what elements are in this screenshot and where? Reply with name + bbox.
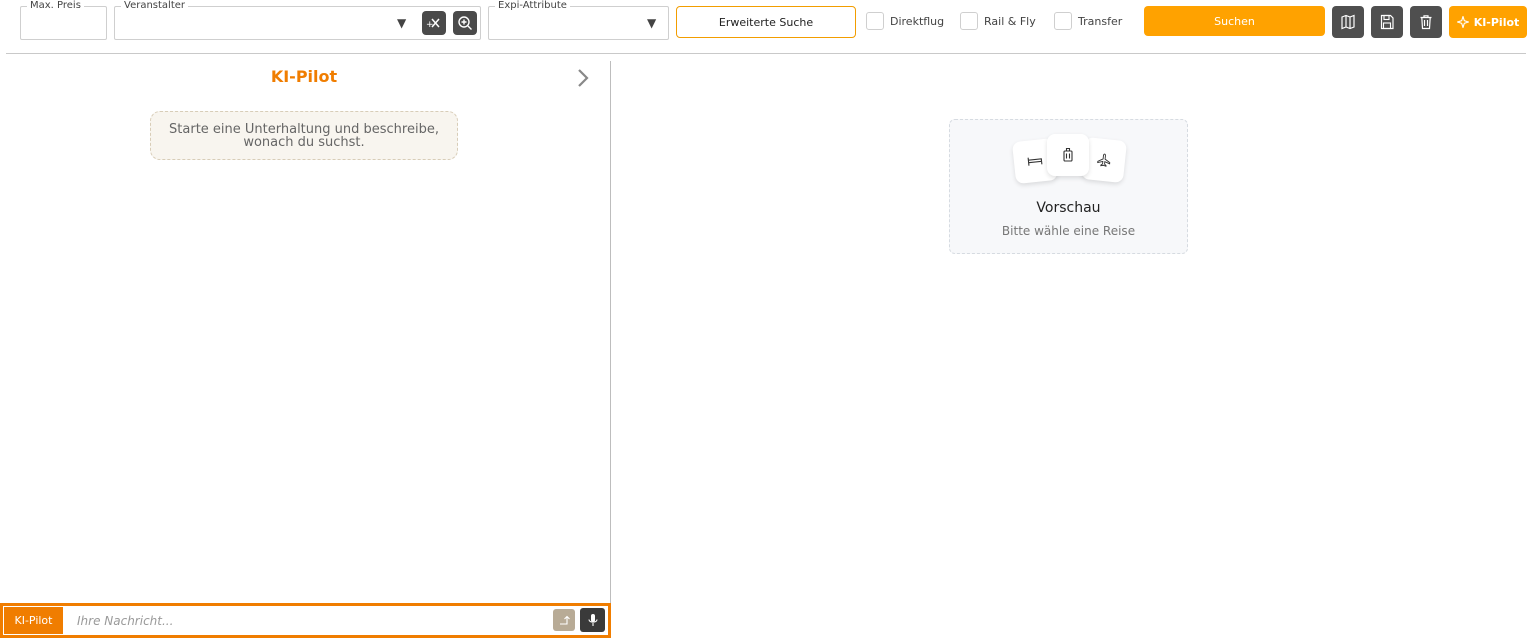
luggage-card <box>1047 134 1089 176</box>
chat-title: KI-Pilot <box>270 67 338 86</box>
clear-filter-button[interactable]: + <box>422 11 446 35</box>
chevron-down-icon: ▼ <box>397 16 407 30</box>
filter-bar: Max. Preis Veranstalter ▼ + Expi-Attribu… <box>0 0 1530 54</box>
microphone-button[interactable] <box>580 608 605 632</box>
ki-pilot-tag: KI-Pilot <box>4 607 63 634</box>
chevron-right-icon <box>578 69 589 87</box>
chat-input-container: KI-Pilot <box>3 606 608 635</box>
ki-pilot-button-label: KI-Pilot <box>1473 15 1520 29</box>
send-icon <box>560 615 570 625</box>
expi-attribute-select[interactable]: Expi-Attribute ▼ <box>488 0 669 40</box>
rail-fly-checkbox[interactable]: Rail & Fly <box>960 12 1036 30</box>
trash-icon <box>1420 15 1432 30</box>
bed-icon <box>1027 157 1043 166</box>
divider <box>6 53 1526 54</box>
direct-flight-checkbox[interactable]: Direktflug <box>866 12 944 30</box>
checkbox-box[interactable] <box>960 12 978 30</box>
map-button[interactable] <box>1332 6 1364 38</box>
save-button[interactable] <box>1371 6 1403 38</box>
chevron-down-icon: ▼ <box>647 16 657 30</box>
chat-input-bar: KI-Pilot <box>0 603 611 638</box>
send-button[interactable] <box>553 609 575 631</box>
ki-pilot-button[interactable]: KI-Pilot <box>1449 6 1527 38</box>
checkbox-box[interactable] <box>866 12 884 30</box>
chat-hint: Starte eine Unterhaltung und beschreibe,… <box>150 111 458 160</box>
clear-filter-icon: + <box>426 18 440 30</box>
checkbox-label: Direktflug <box>890 14 945 28</box>
luggage-icon <box>1063 147 1073 162</box>
svg-text:+: + <box>426 20 434 30</box>
delete-button[interactable] <box>1410 6 1442 38</box>
plane-icon <box>1097 153 1111 167</box>
max-price-label: Max. Preis <box>27 0 84 12</box>
map-icon <box>1341 14 1355 30</box>
transfer-checkbox[interactable]: Transfer <box>1054 12 1122 30</box>
max-price-field[interactable]: Max. Preis <box>20 0 107 40</box>
preview-title: Vorschau <box>1036 200 1101 216</box>
preview-subtitle: Bitte wähle eine Reise <box>1001 224 1136 238</box>
save-icon <box>1380 14 1394 30</box>
microphone-icon <box>587 614 598 626</box>
sparkle-icon <box>1456 16 1469 28</box>
zoom-in-icon <box>458 16 472 30</box>
checkbox-label: Transfer <box>1078 14 1123 28</box>
organizer-select[interactable]: Veranstalter ▼ + <box>114 0 481 40</box>
checkbox-label: Rail & Fly <box>984 14 1036 28</box>
expi-attribute-label: Expi-Attribute <box>495 0 570 12</box>
organizer-label: Veranstalter <box>121 0 189 12</box>
search-button[interactable]: Suchen <box>1144 6 1325 36</box>
checkbox-box[interactable] <box>1054 12 1072 30</box>
chat-panel: KI-Pilot Starte eine Unterhaltung und be… <box>0 61 611 638</box>
message-input[interactable] <box>69 608 539 633</box>
collapse-panel-button[interactable] <box>574 67 592 89</box>
advanced-search-button[interactable]: Erweiterte Suche <box>676 6 856 38</box>
zoom-in-button[interactable] <box>453 11 477 35</box>
preview-placeholder: Vorschau Bitte wähle eine Reise <box>949 119 1188 254</box>
